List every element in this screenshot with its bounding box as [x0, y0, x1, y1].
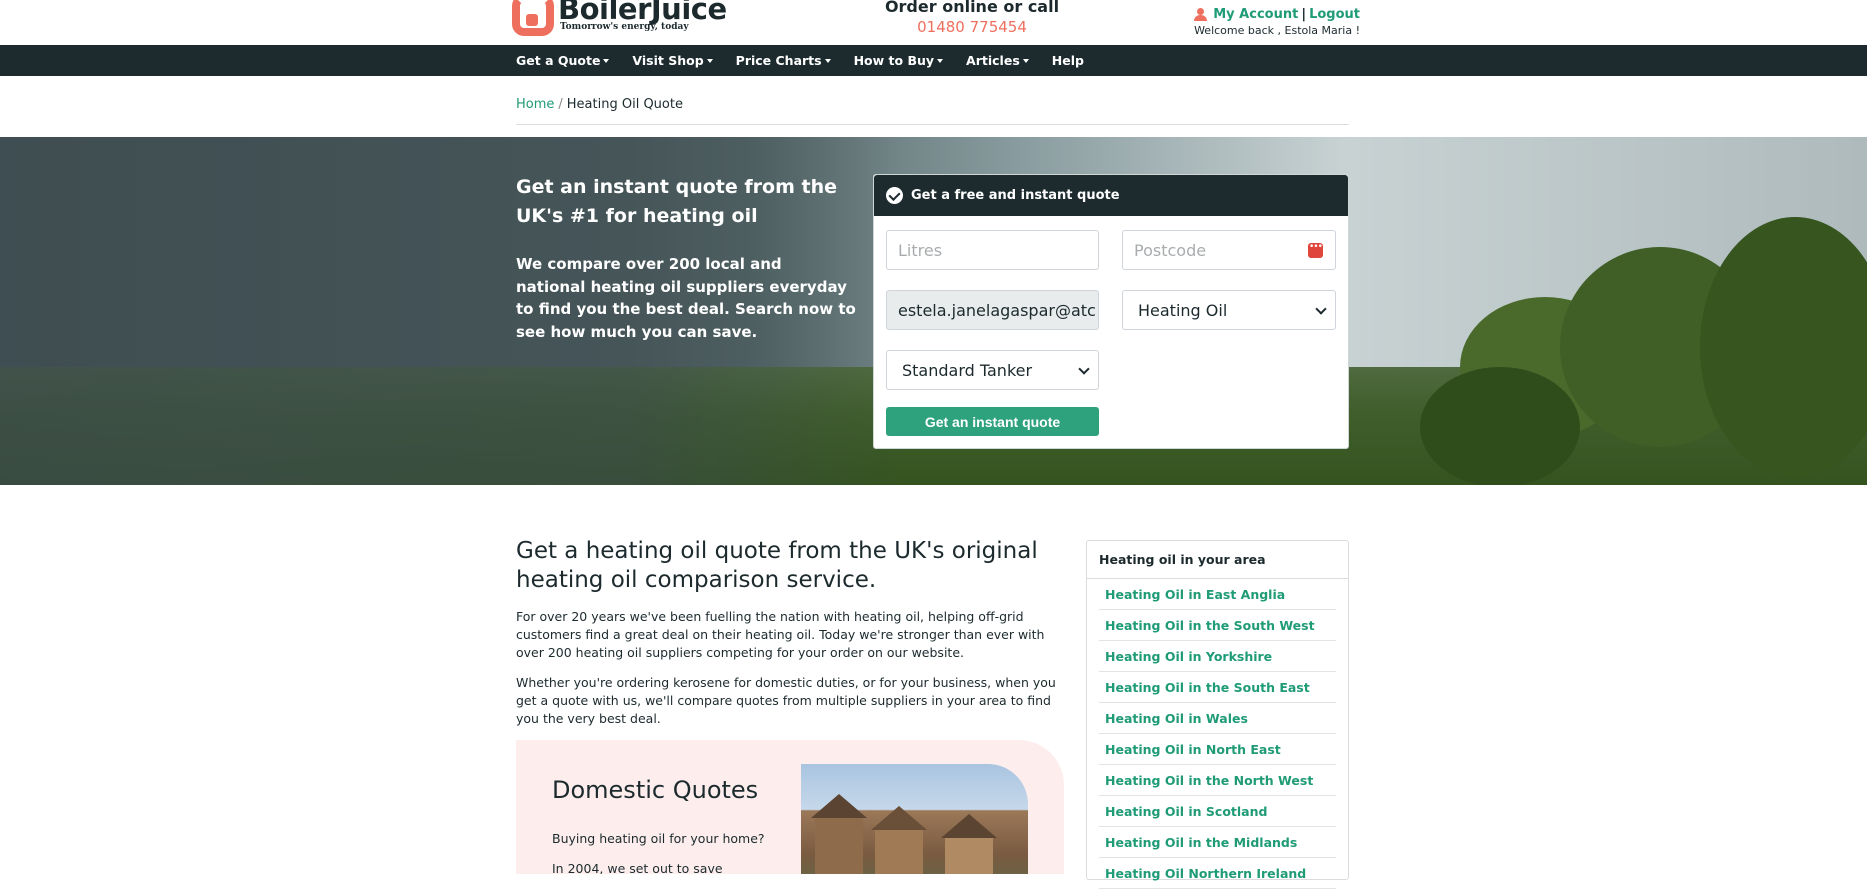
main-nav: Get a Quote Visit Shop Price Charts How … — [0, 45, 1867, 76]
village-photo — [801, 764, 1028, 874]
nav-how-to-buy[interactable]: How to Buy — [853, 53, 944, 68]
content-paragraph: For over 20 years we've been fuelling th… — [516, 609, 1045, 660]
my-account-link[interactable]: My Account — [1213, 7, 1298, 22]
nav-articles[interactable]: Articles — [966, 53, 1029, 68]
fuel-type-select[interactable]: Heating Oil — [1122, 290, 1336, 330]
caret-down-icon — [937, 58, 944, 63]
hero-title: Get an instant quote from the UK's #1 fo… — [516, 176, 837, 227]
account-separator: | — [1301, 7, 1307, 22]
quote-form-header: Get a free and instant quote — [874, 175, 1348, 216]
breadcrumb-current: Heating Oil Quote — [566, 97, 683, 112]
quote-form-card: Get a free and instant quote Litres Post… — [873, 174, 1349, 449]
phone-link[interactable]: 01480 775454 — [850, 18, 1094, 36]
welcome-message: Welcome back , Estola Maria ! — [1194, 24, 1360, 37]
sidebar-link-scotland[interactable]: Heating Oil in Scotland — [1099, 796, 1336, 827]
boilerjuice-logo[interactable]: BoilerJuice Tomorrow's energy, today — [512, 0, 727, 36]
content-title: Get a heating oil quote from the UK's or… — [516, 538, 1038, 593]
caret-down-icon — [1022, 58, 1029, 63]
get-instant-quote-button[interactable]: Get an instant quote — [886, 407, 1099, 436]
sidebar-link-south-east[interactable]: Heating Oil in the South East — [1099, 672, 1336, 703]
nav-label: Price Charts — [735, 53, 822, 68]
tree — [1420, 367, 1580, 485]
account-area: My Account | Logout Welcome back , Estol… — [1194, 7, 1360, 37]
nav-label: Articles — [966, 53, 1020, 68]
sidebar-link-wales[interactable]: Heating Oil in Wales — [1099, 703, 1336, 734]
logo-name: BoilerJuice — [558, 0, 727, 26]
caret-down-icon — [706, 58, 713, 63]
nav-price-charts[interactable]: Price Charts — [736, 53, 831, 68]
sidebar-link-south-west[interactable]: Heating Oil in the South West — [1099, 610, 1336, 641]
sidebar-link-midlands[interactable]: Heating Oil in the Midlands — [1099, 827, 1336, 858]
domestic-text: Buying heating oil for your home? — [552, 831, 765, 846]
nav-visit-shop[interactable]: Visit Shop — [632, 53, 713, 68]
chevron-down-icon — [1315, 303, 1327, 315]
tanker-select[interactable]: Standard Tanker — [886, 350, 1099, 390]
domestic-text: In 2004, we set out to save — [552, 861, 723, 874]
person-icon — [1194, 8, 1208, 21]
address-lookup-icon[interactable] — [1308, 242, 1323, 258]
caret-down-icon — [824, 58, 831, 63]
nav-label: Help — [1051, 53, 1084, 68]
sidebar-link-north-east[interactable]: Heating Oil in North East — [1099, 734, 1336, 765]
postcode-input[interactable]: Postcode — [1122, 230, 1336, 270]
nav-label: Visit Shop — [632, 53, 704, 68]
litres-input[interactable]: Litres — [886, 230, 1099, 270]
logout-link[interactable]: Logout — [1309, 7, 1360, 22]
nav-help[interactable]: Help — [1052, 53, 1084, 68]
sidebar-title: Heating oil in your area — [1087, 541, 1348, 579]
hero-body: We compare over 200 local and national h… — [516, 255, 856, 341]
sidebar-link-yorkshire[interactable]: Heating Oil in Yorkshire — [1099, 641, 1336, 672]
chevron-down-icon — [1078, 363, 1090, 375]
sidebar-link-east-anglia[interactable]: Heating Oil in East Anglia — [1099, 579, 1336, 610]
quote-form-title: Get a free and instant quote — [911, 188, 1120, 203]
site-header: BoilerJuice Tomorrow's energy, today Ord… — [0, 0, 1867, 45]
breadcrumb-home[interactable]: Home — [516, 97, 554, 112]
tanker-value: Standard Tanker — [902, 360, 1033, 380]
nav-label: Get a Quote — [516, 53, 601, 68]
caret-down-icon — [603, 58, 610, 63]
order-title: Order online or call — [884, 0, 1060, 16]
area-sidebar: Heating oil in your area Heating Oil in … — [1086, 540, 1349, 889]
order-contact: Order online or call 01480 775454 — [850, 0, 1094, 36]
nav-label: How to Buy — [853, 53, 935, 68]
logo-icon — [512, 0, 554, 36]
domestic-title: Domestic Quotes — [552, 776, 759, 804]
divider — [516, 124, 1349, 125]
postcode-placeholder: Postcode — [1134, 240, 1207, 260]
domestic-quotes-panel: Domestic Quotes Buying heating oil for y… — [516, 740, 1064, 874]
breadcrumb: Home / Heating Oil Quote — [516, 97, 683, 112]
email-field[interactable]: estela.janelagaspar@atc — [886, 290, 1099, 330]
check-circle-icon — [886, 187, 903, 204]
sidebar-link-north-west[interactable]: Heating Oil in the North West — [1099, 765, 1336, 796]
breadcrumb-separator: / — [558, 97, 563, 112]
content-paragraph: Whether you're ordering kerosene for dom… — [516, 675, 1056, 726]
fuel-type-value: Heating Oil — [1138, 300, 1228, 320]
nav-get-a-quote[interactable]: Get a Quote — [516, 53, 610, 68]
